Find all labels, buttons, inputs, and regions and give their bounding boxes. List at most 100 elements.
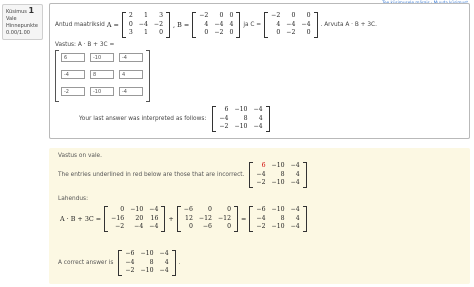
matrix-entry: 0	[208, 206, 212, 214]
matrix-entry: 8	[149, 258, 154, 266]
matrix-entry: 0	[229, 29, 234, 37]
matrix-entry: −10	[130, 206, 144, 214]
matrix-entry: 0	[306, 12, 311, 20]
answer-cell-1-2[interactable]: -10	[90, 53, 114, 62]
answer-cell-2-3[interactable]: 4	[119, 70, 143, 79]
matrix-entry: −4	[149, 206, 159, 214]
matrix-entry: −6	[202, 223, 212, 231]
matrix-entry: 0	[227, 206, 232, 214]
matrix-entry: −4	[138, 20, 148, 28]
matrix-entry: 1	[143, 29, 148, 37]
answer-matrix-grid: 6 -10 -4 -4 8 4 -2 -10 -4	[55, 50, 150, 102]
interpretation-line: Your last answer was interpreted as foll…	[79, 104, 273, 134]
matrix-entry: −4	[256, 170, 266, 178]
matrix-entry: 4	[258, 114, 263, 122]
feedback-box: Vastus on vale. The entries underlined i…	[49, 148, 470, 284]
matrix-entry: −4	[253, 123, 263, 131]
matrix-entry: −4	[219, 114, 229, 122]
matrix-entry: 4	[204, 20, 209, 28]
matrix-entry: 16	[150, 214, 159, 222]
matrix-entry: 6	[261, 162, 266, 169]
answer-label: Vastus: A · B + 3C =	[55, 42, 115, 48]
correct-answer-text: A correct answer is	[58, 260, 114, 266]
matrix-entry: −4	[149, 223, 159, 231]
matrix-c: −2 0 0 4 −4 −4 0 −2 0	[264, 12, 318, 38]
matrix-entry: −10	[140, 267, 154, 275]
matrix-entry: 3	[159, 12, 164, 20]
solution-equation: A · B + 3C = 0 −10 −4 −16 20 16 −2 −4 −4 + −6 0 0 1…	[60, 205, 310, 233]
matrix-b: −2 0 0 4 −4 4 0 −2 0	[192, 12, 241, 38]
correct-answer-line: A correct answer is −6 −10 −4 −4 8 4 −2 −10 −4 .	[58, 248, 181, 278]
bracket-right	[302, 206, 307, 232]
matrix-entry: −4	[286, 20, 296, 28]
answer-cell-3-3[interactable]: -4	[119, 87, 143, 96]
bracket-right	[171, 250, 176, 276]
matrix-entry: −2	[214, 29, 224, 37]
matrix-entry: −10	[271, 179, 285, 186]
answer-left-bracket	[55, 50, 59, 102]
matrix-entry: −2	[125, 267, 135, 275]
matrix-entry: 4	[295, 170, 300, 178]
bracket-right	[161, 206, 166, 232]
matrix-entry: −4	[290, 206, 300, 214]
answer-cell-3-1[interactable]: -2	[61, 87, 85, 96]
matrix-entry: 8	[243, 114, 248, 122]
bracket-right	[234, 206, 239, 232]
matrix-entry: −4	[134, 223, 144, 231]
matrix-entry: −6	[125, 250, 135, 258]
answer-cell-2-1[interactable]: -4	[61, 70, 85, 79]
matrix-entry: −2	[256, 223, 266, 231]
solution-matrix-result: −6 −10 −4 −4 8 4 −2 −10 −4	[249, 206, 307, 232]
matrix-entry: 0	[227, 223, 232, 231]
matrix-entry: 0	[219, 12, 224, 20]
matrix-entry: −4	[125, 258, 135, 266]
matrix-entry: −12	[198, 214, 212, 222]
question-info-panel: Küsimus 1 Vale Hinnepunkte 0.00/1.00	[2, 4, 43, 40]
matrix-entry: −4	[253, 106, 263, 114]
matrix-entry: 0	[120, 206, 125, 214]
matrix-entry: 6	[224, 106, 229, 114]
matrix-entry: −10	[271, 223, 285, 231]
solution-matrix-3c: −6 0 0 12 −12 −12 0 −6 0	[176, 206, 239, 232]
matrix-entry: −16	[111, 214, 125, 222]
matrix-entry: 3	[128, 29, 133, 37]
task-text: . Arvuta A · B + 3C.	[320, 22, 377, 28]
matrix-entry: 4	[276, 20, 281, 28]
answer-cell-1-1[interactable]: 6	[61, 53, 85, 62]
matrix-entry: −2	[256, 179, 266, 186]
bracket-right	[313, 12, 318, 38]
incorrect-entries-line: The entries underlined in red below are …	[58, 162, 310, 188]
matrix-entry: −4	[290, 223, 300, 231]
grade-label: Hinnepunkte	[6, 23, 39, 29]
matrix-b-label: , B =	[173, 21, 190, 29]
matrix-entry: −4	[301, 20, 311, 28]
answer-right-bracket	[146, 50, 150, 102]
answer-cell-1-3[interactable]: -4	[119, 53, 143, 62]
matrix-c-label: ja C =	[243, 22, 262, 28]
period: .	[178, 260, 181, 266]
matrix-entry: 8	[280, 214, 285, 222]
matrix-entry: −10	[234, 123, 248, 131]
solution-matrix-product: 0 −10 −4 −16 20 16 −2 −4 −4	[104, 206, 166, 232]
matrix-entry: −2	[286, 29, 296, 37]
matrix-entry: 0	[276, 29, 281, 37]
feedback-status: Vastus on vale.	[58, 153, 102, 159]
interpretation-text: Your last answer was interpreted as foll…	[79, 116, 207, 122]
matrix-a: 2 1 3 0 −4 −2 3 1 0	[121, 12, 171, 38]
incorrect-entries-text: The entries underlined in red below are …	[58, 171, 245, 178]
matrix-entry: −2	[153, 20, 164, 28]
matrix-entry: −10	[140, 250, 154, 258]
matrix-entry: −4	[159, 250, 169, 258]
answer-cell-2-2[interactable]: 8	[90, 70, 114, 79]
grade-value: 0.00/1.00	[6, 30, 30, 36]
matrix-entry: 8	[280, 170, 285, 178]
plus-sign: +	[168, 215, 174, 223]
matrix-entry: 0	[291, 12, 296, 20]
matrix-entry: 0	[128, 20, 133, 28]
matrix-entry: 0	[229, 12, 234, 20]
bracket-right	[265, 106, 270, 132]
matrix-entry: −2	[271, 12, 281, 20]
question-label: Küsimus	[6, 9, 27, 15]
answer-cell-3-2[interactable]: -10	[90, 87, 114, 96]
bracket-right	[302, 162, 307, 188]
